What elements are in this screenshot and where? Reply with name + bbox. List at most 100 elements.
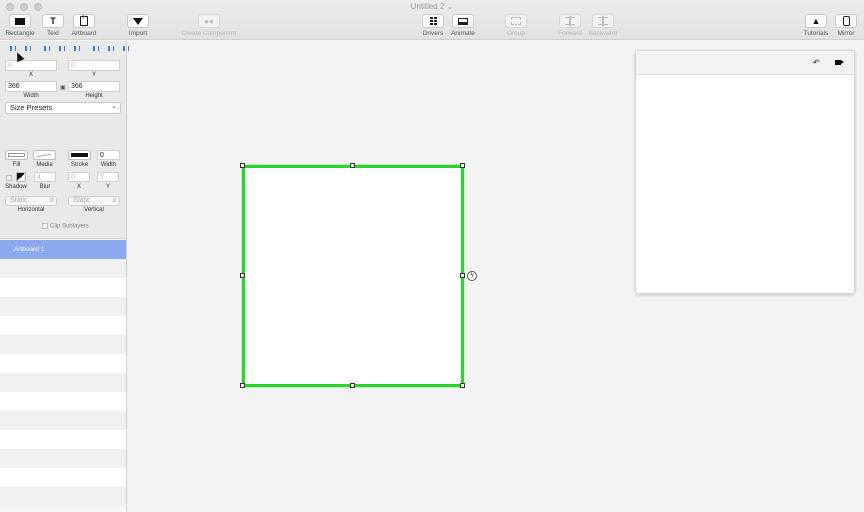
fill-swatch[interactable] — [5, 150, 28, 160]
mirror-device-icon — [842, 16, 850, 26]
interaction-bolt-icon[interactable]: ϟ — [467, 271, 477, 281]
list-item — [0, 297, 126, 316]
horizontal-constraint-select[interactable]: Static ⇵ — [5, 196, 57, 206]
import-button[interactable]: Import — [118, 14, 158, 37]
video-camera-icon[interactable] — [835, 60, 844, 65]
align-middle-button[interactable] — [103, 44, 118, 53]
list-item — [0, 392, 126, 411]
mirror-label: Mirror — [837, 30, 855, 37]
x-label: X — [28, 72, 33, 78]
tutorials-label: Tutorials — [803, 30, 829, 37]
align-horizontal-right-icon — [73, 46, 80, 51]
rectangle-icon — [15, 17, 25, 25]
animate-button[interactable]: Animate — [443, 14, 483, 37]
updown-arrows-icon: ⇵ — [48, 198, 54, 204]
blur-label: Blur — [39, 184, 51, 190]
shadow-color-swatch[interactable] — [16, 172, 26, 182]
artboard-label: Artboard — [71, 30, 97, 37]
align-horizontal-left-icon — [43, 46, 50, 51]
clip-sublayers-checkbox[interactable] — [42, 223, 48, 229]
artboard-tool[interactable]: Artboard — [64, 14, 104, 37]
list-item — [0, 411, 126, 430]
size-presets-select[interactable]: Size Presets ⌄ — [5, 102, 121, 114]
align-middle-icon — [107, 46, 114, 51]
resize-handle-left[interactable] — [240, 273, 245, 278]
list-item — [0, 468, 126, 487]
artboard[interactable] — [242, 165, 464, 387]
list-item — [0, 449, 126, 468]
layer-item-artboard-1[interactable]: Artboard 1 — [0, 240, 126, 259]
backward-button[interactable]: Backward — [583, 14, 623, 37]
horizontal-label: Horizontal — [17, 207, 45, 213]
height-label: Height — [85, 93, 103, 99]
bring-forward-icon — [565, 16, 575, 26]
group-button[interactable]: Group — [496, 14, 536, 37]
clip-sublayers-label: Clip Sublayers — [50, 223, 89, 230]
list-item — [0, 430, 126, 449]
shadow-label: Shadow — [5, 184, 27, 190]
resize-handle-bottom-left[interactable] — [240, 383, 245, 388]
inspector-panel: 0 0 X Y 366 ▣ 366 Width Height Size Pres… — [0, 41, 129, 239]
horizontal-constraint-value: Static — [10, 197, 28, 204]
group-icon — [511, 17, 521, 25]
clip-sublayers-option[interactable]: Clip Sublayers — [42, 223, 89, 230]
layers-list: Artboard 1 — [0, 240, 126, 506]
forward-label: Forward — [558, 30, 582, 37]
animate-icon — [458, 17, 468, 25]
resize-handle-top-left[interactable] — [240, 163, 245, 168]
animate-label: Animate — [451, 30, 475, 37]
list-item — [0, 354, 126, 373]
undo-icon[interactable]: ↶ — [813, 58, 820, 67]
backward-label: Backward — [588, 30, 618, 37]
shadow-y-field[interactable]: 2 — [97, 172, 119, 182]
shadow-checkbox[interactable] — [6, 175, 12, 181]
height-field[interactable]: 366 — [68, 81, 120, 92]
vertical-constraint-select[interactable]: Static ⇵ — [68, 196, 120, 206]
resize-handle-right[interactable] — [460, 273, 465, 278]
shadow-x-field[interactable]: 0 — [68, 172, 90, 182]
y-field[interactable]: 0 — [68, 60, 120, 71]
media-label: Media — [36, 162, 53, 168]
text-icon: T — [50, 16, 56, 26]
updown-arrows-icon: ⇵ — [111, 198, 117, 204]
align-horizontal-center-button[interactable] — [54, 44, 69, 53]
distribute-horizontal-button[interactable] — [20, 44, 35, 53]
lock-aspect-icon[interactable]: ▣ — [60, 84, 66, 91]
resize-handle-top[interactable] — [350, 163, 355, 168]
align-top-icon — [92, 46, 99, 51]
shadow-x-label: X — [76, 184, 81, 190]
media-swatch[interactable] — [33, 150, 56, 160]
stroke-width-field[interactable]: 0 — [97, 150, 120, 160]
artboard-icon — [80, 14, 88, 26]
preview-window: ↶ — [635, 50, 855, 294]
resize-handle-bottom[interactable] — [350, 383, 355, 388]
shadow-y-label: Y — [105, 184, 110, 190]
component-icon: ●● — [204, 16, 214, 26]
align-horizontal-left-button[interactable] — [39, 44, 54, 53]
align-left-icon — [9, 46, 16, 51]
list-item — [0, 335, 126, 354]
resize-handle-bottom-right[interactable] — [460, 383, 465, 388]
rectangle-label: Rectangle — [5, 30, 35, 37]
align-toolbar — [5, 44, 133, 53]
graduation-cap-icon: ▲ — [811, 16, 821, 26]
resize-handle-top-right[interactable] — [460, 163, 465, 168]
size-presets-value: Size Presets — [10, 103, 53, 112]
title-bar: Untitled 2 ⌄ Rectangle T Text Artboard I… — [0, 0, 864, 40]
align-bottom-button[interactable] — [118, 44, 133, 53]
vertical-label: Vertical — [84, 207, 104, 213]
create-component-label: Create Component — [181, 30, 237, 37]
text-label: Text — [47, 30, 59, 37]
align-top-button[interactable] — [88, 44, 103, 53]
list-item — [0, 259, 126, 278]
width-field[interactable]: 366 — [5, 81, 57, 92]
blur-field[interactable]: 4 — [34, 172, 56, 182]
align-horizontal-right-button[interactable] — [69, 44, 84, 53]
send-backward-icon — [598, 16, 608, 26]
create-component-button[interactable]: ●● Create Component — [182, 14, 236, 37]
x-field[interactable]: 0 — [5, 60, 57, 71]
distribute-horizontal-icon — [24, 46, 31, 51]
stroke-swatch[interactable] — [68, 150, 91, 160]
y-label: Y — [91, 72, 96, 78]
mirror-button[interactable]: Mirror — [826, 14, 864, 37]
